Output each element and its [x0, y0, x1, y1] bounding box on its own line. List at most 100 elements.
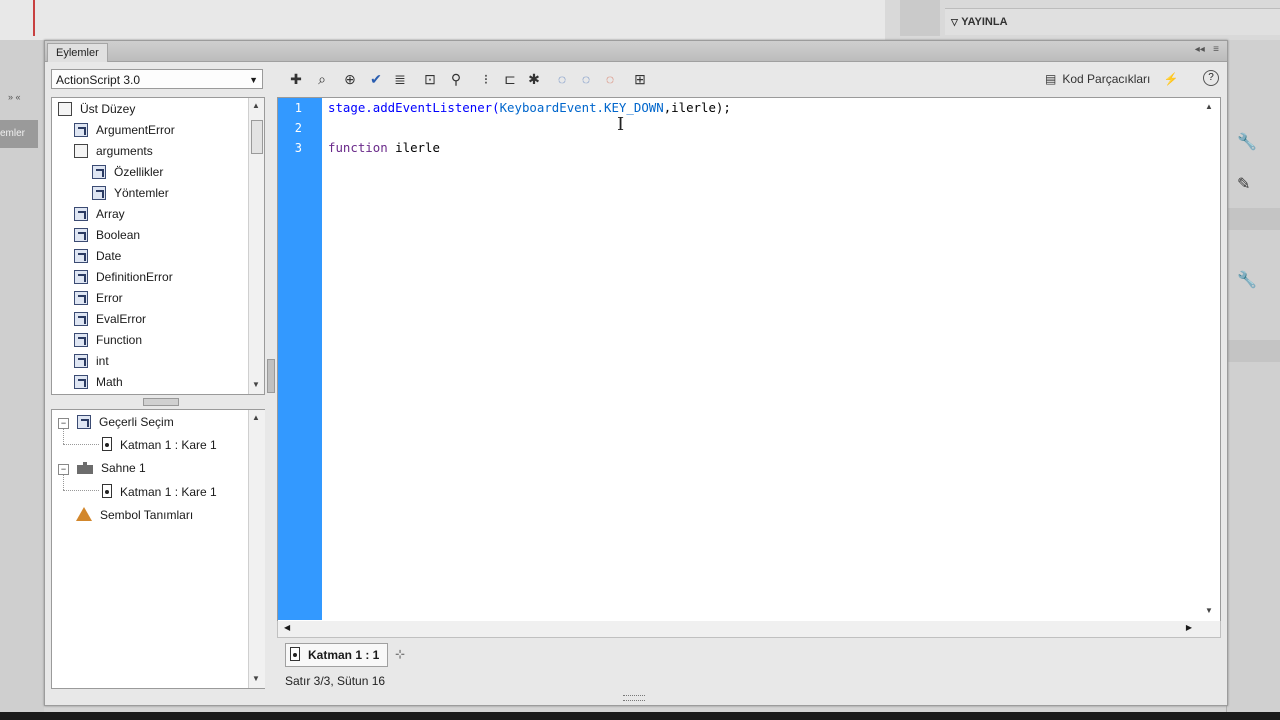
panel-title-tab[interactable]: Eylemler — [47, 43, 108, 62]
line-number: 1 — [294, 101, 302, 115]
script-tab[interactable]: Katman 1 : 1 — [285, 643, 389, 667]
toolbox-item[interactable]: Error — [74, 288, 123, 308]
pin-script-icon[interactable]: ⊹ — [395, 647, 405, 661]
left-dock-tab[interactable]: emler — [0, 120, 38, 148]
help-icon[interactable]: ? — [1203, 70, 1219, 86]
toolbox-item[interactable]: Özellikler — [92, 162, 163, 182]
toolbox-item-label: Yöntemler — [114, 186, 169, 200]
tree-item-scene[interactable]: − Sahne 1 — [58, 458, 146, 478]
collapse-triangle-icon: ▽ — [951, 17, 958, 27]
code-token-class: KeyboardEvent.KEY_DOWN — [499, 100, 664, 115]
code-line[interactable]: stage.addEventListener(KeyboardEvent.KEY… — [328, 98, 731, 118]
toolbox-item[interactable]: Üst Düzey — [58, 99, 135, 119]
language-select[interactable]: ActionScript 3.0 ▼ — [51, 69, 263, 89]
class-icon — [74, 123, 88, 137]
wrench-icon[interactable]: 🔧 — [1237, 132, 1257, 152]
scroll-right-icon[interactable]: ▶ — [1186, 623, 1192, 632]
target-path-icon[interactable]: ⊕ — [341, 69, 359, 89]
vertical-splitter[interactable] — [267, 359, 275, 393]
scene-clapper-icon — [77, 462, 93, 474]
tree-item-current-frame[interactable]: Katman 1 : Kare 1 — [102, 435, 217, 455]
code-editor[interactable]: 1 2 3 stage.addEventListener(KeyboardEve… — [277, 97, 1221, 623]
toolbox-item[interactable]: Array — [74, 204, 125, 224]
line-comment-icon[interactable]: ◌ — [577, 69, 595, 89]
scroll-up-icon[interactable]: ▲ — [1205, 102, 1213, 111]
book-icon — [74, 144, 88, 158]
class-icon — [74, 270, 88, 284]
symbol-shapes-icon — [76, 507, 92, 521]
toolbox-item-label: Boolean — [96, 228, 141, 242]
tree-item-current-selection[interactable]: − Geçerli Seçim — [58, 412, 174, 432]
tree-item-label: Geçerli Seçim — [99, 415, 174, 429]
debug-options-icon[interactable]: ⚲ — [447, 69, 465, 89]
find-icon[interactable]: ⌕ — [313, 69, 331, 89]
scroll-down-icon[interactable]: ▼ — [252, 674, 260, 683]
check-syntax-icon[interactable]: ✔ — [367, 69, 385, 89]
code-token-keyword: function — [328, 140, 388, 155]
toolbox-item-label: EvalError — [96, 312, 147, 326]
line-number: 3 — [294, 141, 302, 155]
scroll-down-icon[interactable]: ▼ — [252, 380, 260, 389]
toolbox-item[interactable]: DefinitionError — [74, 267, 173, 287]
right-dock-band — [1227, 340, 1280, 362]
show-hide-toolbox-icon[interactable]: ⊞ — [631, 69, 649, 89]
collapse-between-braces-icon[interactable]: ⁝ — [477, 69, 495, 89]
expand-arrows-icon[interactable]: » « — [8, 92, 21, 102]
code-snippets-button[interactable]: ▤ Kod Parçacıkları ⚡ — [1045, 69, 1179, 89]
toolbox-item-label: arguments — [96, 144, 153, 158]
toolbox-item[interactable]: Boolean — [74, 225, 140, 245]
scroll-down-icon[interactable]: ▼ — [1205, 606, 1213, 615]
pencil-icon[interactable]: ✎ — [1237, 174, 1250, 194]
publish-section[interactable]: ▽ YAYINLA — [945, 8, 1280, 35]
editor-vertical-scrollbar[interactable]: ▲ ▼ — [1202, 98, 1218, 620]
class-icon — [74, 333, 88, 347]
snippets-icon: ▤ — [1045, 72, 1057, 86]
class-icon — [74, 207, 88, 221]
expand-all-icon[interactable]: ✱ — [525, 69, 543, 89]
editor-horizontal-scrollbar[interactable]: ◀ ▶ — [277, 621, 1221, 638]
code-line[interactable]: function ilerle — [328, 138, 440, 158]
collapse-icon[interactable]: − — [58, 418, 69, 429]
toolbox-scrollbar[interactable]: ▲ ▼ — [248, 98, 264, 394]
scroll-up-icon[interactable]: ▲ — [252, 101, 260, 110]
class-icon — [74, 291, 88, 305]
collapse-selection-icon[interactable]: ⊏ — [501, 69, 519, 89]
scroll-up-icon[interactable]: ▲ — [252, 413, 260, 422]
collapse-icon[interactable]: − — [58, 464, 69, 475]
toolbox-item[interactable]: Date — [74, 246, 121, 266]
tree-item-label: Katman 1 : Kare 1 — [120, 438, 217, 452]
toolbox-item-label: ArgumentError — [96, 123, 175, 137]
tree-item-scene-frame[interactable]: Katman 1 : Kare 1 — [102, 482, 217, 502]
add-item-icon[interactable]: ✚ — [287, 69, 305, 89]
tree-line — [63, 444, 99, 445]
scroll-left-icon[interactable]: ◀ — [284, 623, 290, 632]
scroll-thumb[interactable] — [251, 120, 263, 154]
toolbox-item-label: Error — [96, 291, 123, 305]
remove-comment-icon[interactable]: ◌ — [601, 69, 619, 89]
wand-icon[interactable]: ⚡ — [1164, 72, 1179, 86]
resize-grip[interactable] — [623, 695, 645, 701]
toolbox-item[interactable]: Function — [74, 330, 142, 350]
navigator-scrollbar[interactable]: ▲ ▼ — [248, 410, 265, 688]
panel-handle[interactable] — [900, 0, 940, 36]
tree-item-symbols[interactable]: Sembol Tanımları — [76, 505, 193, 525]
wrench-icon[interactable]: 🔧 — [1237, 270, 1257, 290]
actions-panel: Eylemler ◂◂ ≡ ActionScript 3.0 ▼ Üst Düz… — [44, 40, 1228, 706]
toolbox-item[interactable]: Math — [74, 372, 123, 392]
panel-menu-icon[interactable]: ◂◂ ≡ — [1195, 44, 1219, 55]
toolbox-item[interactable]: Yöntemler — [92, 183, 169, 203]
line-number: 2 — [294, 121, 302, 135]
auto-format-icon[interactable]: ≣ — [391, 69, 409, 89]
toolbox-item[interactable]: EvalError — [74, 309, 146, 329]
timeline-playhead — [33, 0, 35, 36]
toolbox-item[interactable]: arguments — [74, 141, 153, 161]
language-select-value: ActionScript 3.0 — [56, 73, 141, 87]
toolbox-item[interactable]: int — [74, 351, 109, 371]
block-comment-icon[interactable]: ◌ — [553, 69, 571, 89]
toolbox-item-label: Math — [96, 375, 123, 389]
toolbox-item[interactable]: ArgumentError — [74, 120, 175, 140]
splitter-grip[interactable] — [143, 398, 179, 406]
script-tab-label: Katman 1 : 1 — [308, 648, 380, 662]
status-bar: Satır 3/3, Sütun 16 — [285, 674, 386, 688]
code-hint-icon[interactable]: ⊡ — [421, 69, 439, 89]
